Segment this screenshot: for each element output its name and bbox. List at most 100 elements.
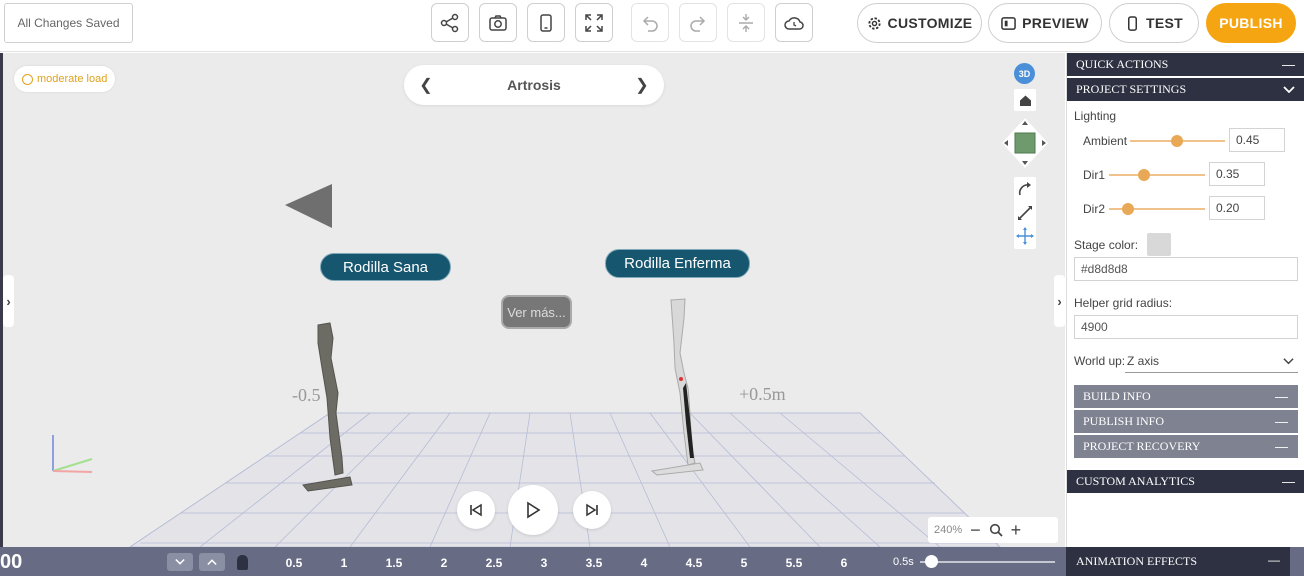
timeline-tick: 5 [740, 556, 748, 570]
test-button[interactable]: TEST [1109, 3, 1199, 43]
skip-back-button[interactable] [457, 491, 495, 529]
test-label: TEST [1146, 15, 1183, 31]
compress-button[interactable] [727, 3, 765, 42]
publish-button[interactable]: PUBLISH [1206, 3, 1296, 43]
ambient-input[interactable]: 0.45 [1229, 128, 1285, 152]
timeline-tick: 6 [840, 556, 848, 570]
animation-effects-header[interactable]: ANIMATION EFFECTS — [1066, 547, 1290, 576]
project-settings-header[interactable]: PROJECT SETTINGS [1067, 78, 1304, 101]
speed-slider-knob[interactable] [925, 555, 938, 568]
prev-scene-button[interactable]: ❮ [418, 75, 434, 95]
3d-viewport[interactable]: moderate load ❮ Artrosis ❯ Rodilla Sana … [0, 53, 1065, 547]
speed-label: 0.5s [893, 556, 914, 568]
preview-icon [1001, 16, 1016, 30]
scale-icon[interactable] [1014, 202, 1036, 224]
scene-title: Artrosis [507, 77, 561, 93]
label-rodilla-enferma[interactable]: Rodilla Enferma [605, 249, 750, 278]
load-status-text: moderate load [37, 73, 108, 85]
stage-color-input[interactable]: #d8d8d8 [1074, 257, 1298, 281]
skip-forward-icon [586, 503, 598, 517]
save-status: All Changes Saved [4, 3, 133, 43]
timeline-collapse-button[interactable] [167, 553, 193, 571]
view-3d-button[interactable]: 3D [1014, 63, 1035, 84]
publish-info-header[interactable]: PUBLISH INFO — [1074, 410, 1298, 433]
dir1-slider-knob[interactable] [1138, 169, 1151, 181]
ambient-label: Ambient [1083, 134, 1128, 148]
collapse-icon[interactable]: — [1268, 553, 1280, 567]
screenshot-button[interactable] [479, 3, 517, 42]
collapse-icon[interactable]: — [1275, 389, 1288, 404]
share-button[interactable] [431, 3, 469, 42]
mobile-icon [540, 13, 552, 32]
search-icon[interactable] [989, 523, 1003, 537]
timeline-tick: 1 [340, 556, 348, 570]
expand-left-panel-button[interactable]: › [3, 275, 14, 327]
dir2-label: Dir2 [1083, 202, 1106, 216]
world-up-select[interactable]: Z axis [1125, 349, 1298, 373]
collapse-icon[interactable]: — [1275, 414, 1288, 429]
build-info-title: BUILD INFO [1083, 389, 1151, 403]
rotate-icon[interactable] [1014, 179, 1036, 201]
ver-mas-button[interactable]: Ver más... [501, 295, 572, 329]
timeline-time: 00 [0, 551, 23, 573]
lighting-label: Lighting [1074, 109, 1117, 123]
dir1-slider[interactable] [1109, 174, 1205, 176]
undo-button[interactable] [631, 3, 669, 42]
label-rodilla-sana[interactable]: Rodilla Sana [320, 253, 451, 281]
customize-button[interactable]: CUSTOMIZE [857, 3, 982, 43]
mobile-icon [1128, 15, 1137, 31]
redo-button[interactable] [679, 3, 717, 42]
timeline-tick: 1.5 [385, 556, 403, 570]
animation-effects-title: ANIMATION EFFECTS [1076, 554, 1198, 568]
timeline-expand-button[interactable] [199, 553, 225, 571]
axis-label-right: +0.5m [739, 384, 786, 404]
load-status-badge: moderate load [14, 66, 116, 92]
zoom-controls: 240% − + [928, 517, 1058, 543]
dir1-input[interactable]: 0.35 [1209, 162, 1265, 186]
gear-icon [867, 16, 881, 30]
collapse-icon[interactable]: — [1275, 439, 1288, 454]
back-arrow-shape [285, 184, 332, 228]
collapse-icon[interactable]: — [1282, 57, 1295, 72]
timeline-tick: 0.5 [285, 556, 303, 570]
custom-analytics-header[interactable]: CUSTOM ANALYTICS — [1067, 470, 1304, 493]
chevron-down-icon[interactable] [1283, 84, 1295, 96]
speed-slider[interactable] [920, 561, 1055, 563]
preview-button[interactable]: PREVIEW [988, 3, 1102, 43]
settings-panel: QUICK ACTIONS — PROJECT SETTINGS Lightin… [1066, 53, 1304, 547]
grid-radius-input[interactable]: 4900 [1074, 315, 1298, 339]
zoom-in-button[interactable]: + [1011, 520, 1022, 541]
zoom-out-button[interactable]: − [970, 520, 981, 541]
dir2-slider-knob[interactable] [1122, 203, 1135, 215]
stage-color-swatch[interactable] [1147, 233, 1171, 256]
preview-label: PREVIEW [1022, 15, 1089, 31]
timeline-tick: 2 [440, 556, 448, 570]
quick-actions-header[interactable]: QUICK ACTIONS — [1067, 53, 1304, 76]
cloud-icon [784, 16, 804, 30]
mobile-view-button[interactable] [527, 3, 565, 42]
undo-icon [642, 15, 658, 32]
move-icon[interactable] [1014, 225, 1036, 247]
timeline-tick: 4.5 [685, 556, 703, 570]
play-button[interactable] [508, 485, 558, 535]
helper-grid [129, 412, 1001, 547]
expand-right-panel-button[interactable]: › [1054, 275, 1065, 327]
orbit-tools [1014, 177, 1036, 249]
redo-icon [690, 15, 706, 32]
skip-back-icon [470, 503, 482, 517]
collapse-icon[interactable]: — [1282, 474, 1295, 489]
skip-forward-button[interactable] [573, 491, 611, 529]
grid-radius-label: Helper grid radius: [1074, 296, 1173, 310]
publish-info-title: PUBLISH INFO [1083, 414, 1165, 428]
dir2-input[interactable]: 0.20 [1209, 196, 1265, 220]
home-view-button[interactable] [1014, 89, 1036, 111]
project-recovery-header[interactable]: PROJECT RECOVERY — [1074, 435, 1298, 458]
timeline-ticks[interactable]: 0.5 1 1.5 2 2.5 3 3.5 4 4.5 5 5.5 6 [232, 547, 882, 576]
build-info-header[interactable]: BUILD INFO — [1074, 385, 1298, 408]
project-settings-title: PROJECT SETTINGS [1076, 82, 1187, 96]
fullscreen-button[interactable] [575, 3, 613, 42]
direction-pad[interactable] [1000, 116, 1050, 171]
next-scene-button[interactable]: ❯ [634, 75, 650, 95]
cloud-save-button[interactable] [775, 3, 813, 42]
ambient-slider-knob[interactable] [1171, 135, 1184, 147]
